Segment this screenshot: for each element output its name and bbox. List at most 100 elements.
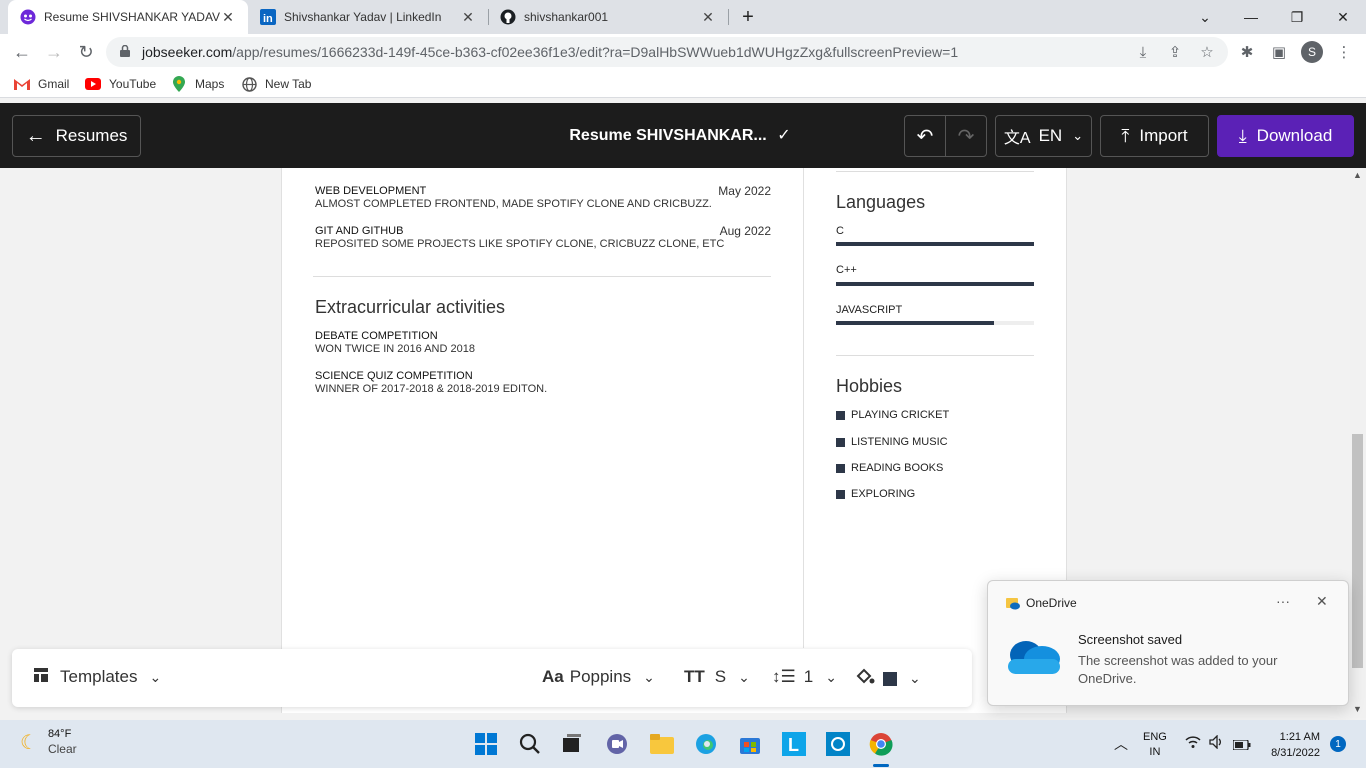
tab-strip: Resume SHIVSHANKAR YADAV Y ✕ in Shivshan… — [0, 0, 1366, 34]
scroll-up-arrow-icon[interactable]: ▲ — [1353, 170, 1362, 180]
share-icon[interactable]: ⇪ — [1166, 43, 1184, 61]
font-size-select[interactable]: TT S ⌄ — [684, 667, 750, 687]
bullet-square-icon — [836, 410, 845, 420]
chevron-down-icon: ⌄ — [909, 670, 921, 686]
download-button[interactable]: ⤓ Download — [1217, 115, 1354, 157]
battery-icon[interactable] — [1232, 737, 1251, 755]
bookmark-youtube[interactable]: YouTube — [85, 74, 156, 94]
language-level-fill — [836, 282, 1034, 286]
back-to-resumes-button[interactable]: ← Resumes — [12, 115, 141, 157]
file-explorer-icon[interactable] — [648, 730, 676, 758]
activity-description: WINNER OF 2017-2018 & 2018-2019 EDITON. — [315, 383, 548, 395]
lock-icon — [120, 44, 130, 60]
page-scrollbar[interactable]: ▲ ▼ — [1350, 168, 1366, 718]
bookmark-newtab[interactable]: New Tab — [241, 74, 311, 94]
side-panel-icon[interactable]: ▣ — [1270, 43, 1288, 61]
text-size-icon: TT — [684, 667, 705, 686]
app-o-icon[interactable] — [824, 730, 852, 758]
clock[interactable]: 1:21 AM 8/31/2022 — [1262, 729, 1320, 761]
undo-button[interactable]: ↶ — [904, 115, 946, 157]
font-select[interactable]: Aa Poppins ⌄ — [542, 667, 655, 687]
address-bar[interactable]: jobseeker.com/app/resumes/1666233d-149f-… — [106, 37, 1228, 67]
bullet-square-icon — [836, 489, 845, 499]
language-name: C++ — [836, 264, 857, 276]
wifi-icon[interactable] — [1185, 735, 1201, 752]
close-icon[interactable]: ✕ — [220, 9, 236, 26]
onedrive-notification[interactable]: OneDrive ··· ✕ Screenshot saved The scre… — [987, 580, 1349, 706]
globe-icon — [241, 76, 257, 92]
reload-icon[interactable]: ↻ — [72, 38, 100, 66]
line-spacing-select[interactable]: ↕☰ 1 ⌄ — [772, 667, 837, 687]
templates-button[interactable]: Templates ⌄ — [34, 667, 161, 687]
hobby-item: EXPLORING — [836, 488, 915, 500]
project-date: Aug 2022 — [719, 224, 771, 238]
upload-icon: ⤒ — [1121, 125, 1130, 146]
scrollbar-thumb[interactable] — [1352, 434, 1363, 668]
bookmark-gmail[interactable]: Gmail — [14, 74, 69, 94]
scroll-down-arrow-icon[interactable]: ▼ — [1353, 704, 1362, 714]
app-l-icon[interactable]: L — [780, 730, 808, 758]
microsoft-store-icon[interactable] — [736, 730, 764, 758]
paint-bucket-icon — [855, 667, 875, 690]
edge-browser-icon[interactable] — [692, 730, 720, 758]
tab-resume[interactable]: Resume SHIVSHANKAR YADAV Y ✕ — [8, 0, 248, 34]
language-level-fill — [836, 242, 1034, 246]
language-level-fill — [836, 321, 994, 325]
restore-button[interactable]: ❐ — [1274, 0, 1320, 34]
back-label: Resumes — [55, 126, 128, 145]
teams-chat-icon[interactable] — [603, 730, 631, 758]
hobby-label: PLAYING CRICKET — [851, 409, 950, 421]
download-icon: ⤓ — [1238, 125, 1247, 146]
project-date: May 2022 — [718, 184, 771, 198]
volume-icon[interactable] — [1209, 734, 1225, 752]
bookmark-star-icon[interactable]: ☆ — [1198, 43, 1216, 61]
color-select[interactable]: ⌄ — [855, 667, 921, 690]
tab-linkedin[interactable]: in Shivshankar Yadav | LinkedIn ✕ — [248, 0, 488, 34]
bookmark-label: Maps — [195, 77, 225, 91]
activity-title: SCIENCE QUIZ COMPETITION — [315, 370, 473, 382]
clock-date: 8/31/2022 — [1271, 747, 1320, 759]
editor-bottom-toolbar: Templates ⌄ Aa Poppins ⌄ TT S ⌄ ↕☰ 1 ⌄ ⌄ — [12, 649, 972, 707]
tab-github[interactable]: shivshankar001 ✕ — [488, 0, 728, 34]
font-size-label: S — [714, 667, 727, 686]
chevron-up-icon[interactable]: ︿ — [1114, 734, 1128, 754]
close-icon[interactable]: ✕ — [700, 9, 716, 26]
extracurricular-heading: Extracurricular activities — [315, 297, 506, 317]
windows-start-icon[interactable] — [472, 730, 500, 758]
install-icon[interactable]: ⤓ — [1134, 43, 1152, 61]
minimize-button[interactable]: — — [1228, 0, 1274, 34]
youtube-icon — [85, 76, 101, 92]
notification-badge[interactable]: 1 — [1330, 736, 1346, 752]
language-select[interactable]: 文A EN ⌄ — [995, 115, 1092, 157]
chrome-icon[interactable] — [867, 730, 895, 758]
extensions-icon[interactable]: ✱ — [1238, 43, 1256, 61]
temperature: 84°F — [47, 728, 72, 740]
close-icon[interactable]: ✕ — [460, 9, 476, 26]
section-divider — [836, 355, 1034, 356]
forward-arrow-icon[interactable]: → — [40, 38, 68, 66]
bookmarks-bar: Gmail YouTube Maps New Tab — [0, 70, 1366, 98]
templates-label: Templates — [60, 667, 138, 686]
bookmark-maps[interactable]: Maps — [171, 74, 224, 94]
search-icon[interactable] — [516, 730, 544, 758]
line-spacing-icon: ↕☰ — [772, 667, 796, 686]
avatar[interactable]: S — [1301, 41, 1323, 63]
tab-search-icon[interactable]: ⌄ — [1182, 0, 1228, 34]
task-view-icon[interactable] — [558, 730, 586, 758]
document-title[interactable]: Resume SHIVSHANKAR... ✓ — [540, 125, 820, 145]
onedrive-cloud-icon — [1004, 637, 1062, 682]
font-label: Poppins — [569, 667, 632, 686]
input-language[interactable]: ENG IN — [1143, 730, 1167, 760]
close-icon[interactable]: ✕ — [1316, 593, 1328, 610]
redo-button[interactable]: ↷ — [945, 115, 987, 157]
more-options-icon[interactable]: ··· — [1276, 593, 1290, 609]
new-tab-button[interactable]: + — [726, 0, 770, 34]
download-label: Download — [1256, 126, 1333, 145]
weather-widget[interactable]: ☾ 84°F Clear — [20, 728, 77, 756]
import-button[interactable]: ⤒ Import — [1100, 115, 1209, 157]
close-window-button[interactable]: ✕ — [1320, 0, 1366, 34]
onedrive-small-icon — [1006, 597, 1020, 615]
back-arrow-icon[interactable]: ← — [8, 38, 36, 66]
menu-kebab-icon[interactable]: ⋮ — [1335, 43, 1353, 61]
bookmark-label: New Tab — [265, 77, 312, 91]
